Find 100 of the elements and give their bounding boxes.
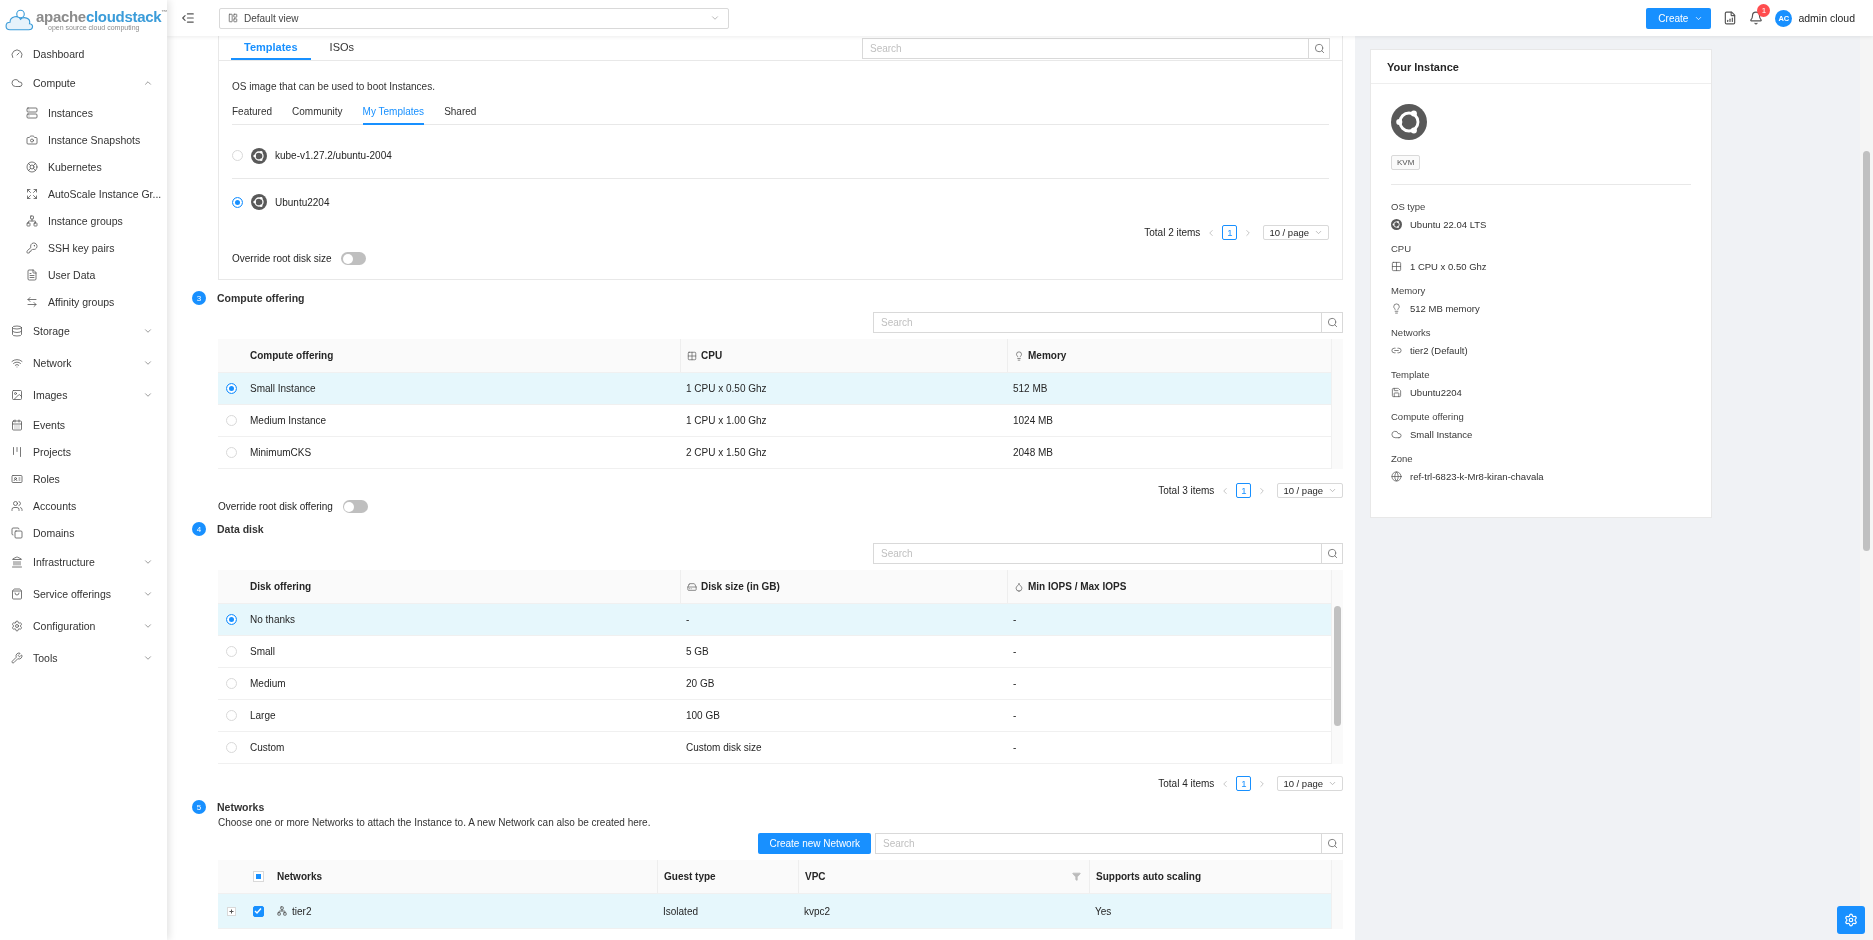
sidebar-item[interactable]: Domains xyxy=(0,519,167,546)
report-icon[interactable] xyxy=(1723,11,1738,25)
select-all-checkbox[interactable] xyxy=(252,871,264,882)
page-size-select[interactable]: 10 / page xyxy=(1263,225,1329,240)
sidebar-label: Events xyxy=(33,418,67,431)
view-select[interactable]: Default view xyxy=(219,7,729,29)
toggle-switch[interactable] xyxy=(342,500,368,513)
sidebar-item[interactable]: Roles xyxy=(0,465,167,492)
table-cell-text: - xyxy=(685,614,691,625)
page-size-select[interactable]: 10 / page xyxy=(1277,483,1343,498)
step-number: 5 xyxy=(192,800,206,814)
sidebar-item[interactable]: Network xyxy=(0,347,167,379)
sidebar-item[interactable]: Storage xyxy=(0,315,167,347)
checkbox[interactable] xyxy=(252,905,264,917)
table-cell-text: 1 CPU x 1.00 Ghz xyxy=(685,415,768,426)
column-title: Supports auto scaling xyxy=(1096,871,1202,882)
filter-tab[interactable]: Featured xyxy=(232,102,273,125)
sidebar-item[interactable]: Affinity groups xyxy=(0,288,167,315)
sidebar-label: Dashboard xyxy=(33,47,86,60)
search-field[interactable]: Search xyxy=(875,833,1321,854)
detail-value: Small Instance xyxy=(1410,429,1473,440)
search-button[interactable] xyxy=(1321,312,1343,333)
search-icon xyxy=(1326,838,1338,849)
sidebar-item[interactable]: Dashboard xyxy=(0,40,167,67)
toggle-switch[interactable] xyxy=(341,252,367,265)
server-icon xyxy=(26,106,38,119)
building-icon xyxy=(11,556,23,568)
radio-button[interactable] xyxy=(232,196,243,208)
sidebar-item[interactable]: Compute xyxy=(0,67,167,99)
filter-tab[interactable]: Shared xyxy=(444,102,477,125)
table-cell-text: kvpc2 xyxy=(803,905,832,917)
chevron-down-icon xyxy=(1314,228,1323,237)
camera-icon xyxy=(26,133,38,146)
table-cell-text: - xyxy=(1012,614,1018,625)
id-card-icon xyxy=(11,472,23,485)
search-button[interactable] xyxy=(1321,543,1343,564)
sidebar-item[interactable]: Kubernetes xyxy=(0,153,167,180)
sidebar-item[interactable]: SSH key pairs xyxy=(0,234,167,261)
sidebar-label: Images xyxy=(33,389,69,401)
link-icon xyxy=(1391,345,1402,356)
radio-button[interactable] xyxy=(225,614,237,625)
sidebar-item[interactable]: Instance Snapshots xyxy=(0,126,167,153)
detail-label: Compute offering xyxy=(1391,411,1465,422)
hypervisor-tag: KVM xyxy=(1391,155,1421,170)
settings-icon xyxy=(1844,913,1858,927)
sidebar-item[interactable]: Instance groups xyxy=(0,207,167,234)
sidebar-item[interactable]: AutoScale Instance Gr... xyxy=(0,180,167,207)
step-number: 3 xyxy=(192,291,206,305)
search-icon xyxy=(1326,548,1338,559)
detail-value: tier2 (Default) xyxy=(1410,345,1468,356)
sidebar-item[interactable]: Service offerings xyxy=(0,578,167,610)
detail-label: Template xyxy=(1391,369,1431,380)
section-title: Data disk xyxy=(217,523,264,535)
table-cell-text: - xyxy=(1012,742,1018,753)
ubuntu-logo-icon xyxy=(1391,104,1427,140)
detail-label: CPU xyxy=(1391,243,1413,254)
table-cell-text: 100 GB xyxy=(685,710,721,721)
search-button[interactable] xyxy=(1308,37,1330,59)
user-name[interactable]: admin cloud xyxy=(1798,12,1855,24)
filter-icon[interactable] xyxy=(1072,872,1081,881)
sidebar-item[interactable]: Tools xyxy=(0,642,167,674)
table-cell-text: Custom disk size xyxy=(685,742,763,753)
menu-icon[interactable] xyxy=(181,11,195,25)
table-cell-text: 20 GB xyxy=(685,678,716,689)
table-row[interactable]: No thanks - - xyxy=(218,604,1331,636)
sidebar-item[interactable]: Projects xyxy=(0,438,167,465)
table-row[interactable]: tier2 Isolated kvpc2 Yes xyxy=(218,894,1331,929)
sidebar-item[interactable]: Configuration xyxy=(0,610,167,642)
table-cell-text: Small Instance xyxy=(249,383,317,394)
users-icon xyxy=(11,499,23,512)
drop-icon xyxy=(1014,581,1024,592)
filter-tab[interactable]: Community xyxy=(292,102,343,125)
ubuntu-logo-icon xyxy=(251,147,267,164)
tab[interactable]: ISOs xyxy=(316,36,368,60)
settings-button[interactable] xyxy=(1837,906,1865,934)
search-field[interactable]: Search xyxy=(873,312,1321,333)
table-row[interactable]: Small Instance 1 CPU x 0.50 Ghz 512 MB xyxy=(218,373,1331,405)
sidebar-label: User Data xyxy=(48,268,97,281)
sidebar-item[interactable]: Images xyxy=(0,379,167,411)
notification-icon[interactable] xyxy=(1749,11,1764,25)
search-field[interactable]: Search xyxy=(862,37,1308,59)
column-title: Disk size (in GB) xyxy=(701,581,780,592)
radio-button[interactable] xyxy=(225,383,237,394)
sidebar-item[interactable]: User Data xyxy=(0,261,167,288)
sidebar-item[interactable]: Instances xyxy=(0,99,167,126)
page-size-select[interactable]: 10 / page xyxy=(1277,776,1343,791)
expand-icon[interactable] xyxy=(227,906,236,916)
sidebar-item[interactable]: Accounts xyxy=(0,492,167,519)
sidebar-item[interactable]: Events xyxy=(0,411,167,438)
scrollbar-thumb[interactable] xyxy=(1863,151,1870,551)
detail-value: Ubuntu2204 xyxy=(1410,387,1462,398)
table-cell: tier2 xyxy=(271,905,657,917)
layout-icon xyxy=(228,13,238,23)
toggle-label: Override root disk offering xyxy=(218,501,333,512)
calendar-icon xyxy=(11,418,23,431)
table-cell-text: Small xyxy=(249,646,276,657)
search-button[interactable] xyxy=(1321,833,1343,854)
scrollbar-thumb[interactable] xyxy=(1334,606,1341,726)
sidebar-item[interactable]: Infrastructure xyxy=(0,546,167,578)
search-field[interactable]: Search xyxy=(873,543,1321,564)
